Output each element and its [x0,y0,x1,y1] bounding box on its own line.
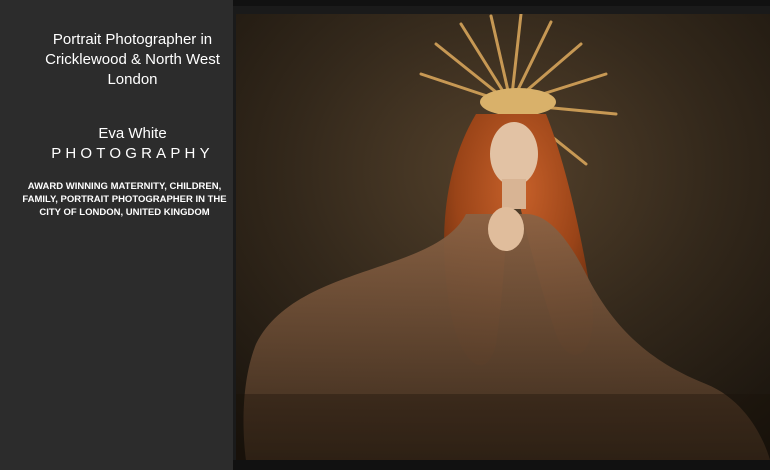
tagline-line-3: London [107,71,158,88]
page-title: Portrait Photographer in Cricklewood & N… [10,30,255,90]
hero-portrait-image [236,14,770,460]
neck [502,179,526,209]
frame-bottom-border [233,460,770,470]
portrait-illustration [236,14,770,460]
frame-top-border [233,0,770,6]
sidebar: Portrait Photographer in Cricklewood & N… [0,0,233,470]
hand [488,207,524,251]
crown-band [480,88,556,116]
brand-name[interactable]: Eva White [10,124,255,144]
tagline-line-2: Cricklewood & North West [45,51,220,68]
description: AWARD WINNING MATERNITY, CHILDREN, FAMIL… [17,180,232,219]
description-line-1: AWARD WINNING MATERNITY, CHILDREN, [27,181,222,192]
description-line-2: FAMILY, PORTRAIT PHOTOGRAPHER IN THE [22,194,227,205]
face [490,122,538,186]
tagline-line-1: Portrait Photographer in [52,31,213,48]
brand-subtitle[interactable]: PHOTOGRAPHY [10,144,255,164]
description-line-3: CITY OF LONDON, UNITED KINGDOM [39,207,210,218]
